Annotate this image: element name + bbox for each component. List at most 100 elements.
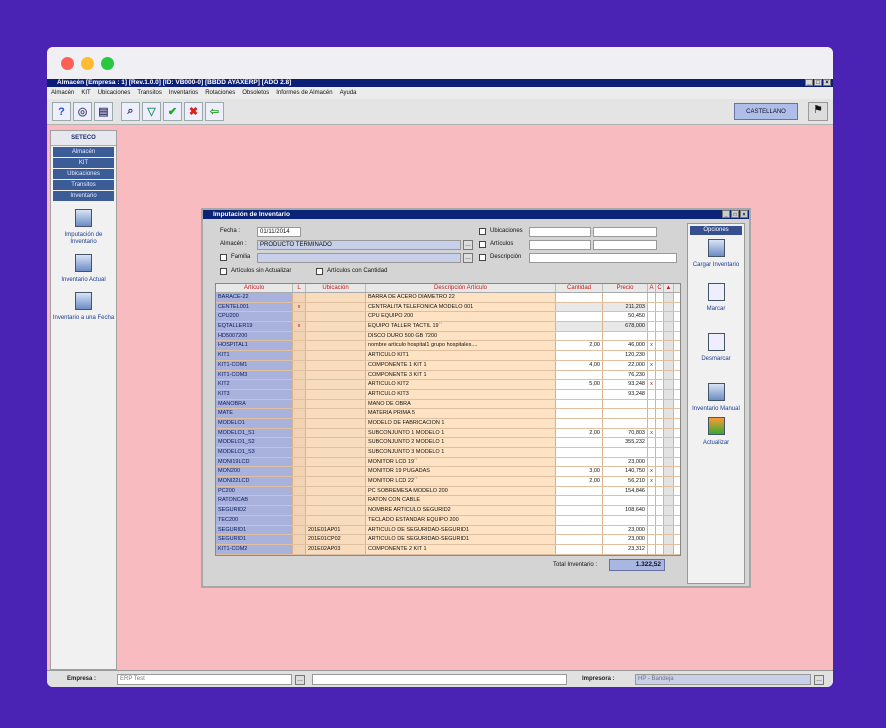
- cell-c[interactable]: [656, 331, 664, 341]
- table-row[interactable]: SEGURID1 201E01AP01 ARTICULO DE SEGURIDAD-…: [216, 525, 680, 536]
- cell-cantidad[interactable]: [556, 448, 603, 457]
- table-row[interactable]: HD5007200 DISCO DURO 500 GB 7200: [216, 331, 680, 342]
- cell-c[interactable]: [656, 389, 664, 399]
- cell-cantidad[interactable]: [556, 293, 603, 302]
- table-row[interactable]: PC200 PC SOBREMESA MODELO 200 154,846: [216, 486, 680, 497]
- cell-c[interactable]: [656, 525, 664, 535]
- inventario-manual-button[interactable]: Inventario Manual: [688, 383, 744, 413]
- scrollbar-track[interactable]: [664, 496, 674, 506]
- descripcion-checkbox[interactable]: [479, 254, 486, 261]
- cell-c[interactable]: [656, 428, 664, 438]
- cell-cantidad[interactable]: 3,00: [556, 467, 603, 477]
- maximize-dot[interactable]: [101, 57, 114, 70]
- scrollbar-track[interactable]: [664, 438, 674, 447]
- restore-button[interactable]: □: [814, 79, 822, 86]
- minimize-button[interactable]: _: [805, 79, 813, 86]
- scrollbar-track[interactable]: [664, 322, 674, 331]
- cell-c[interactable]: [656, 515, 664, 525]
- table-row[interactable]: KIT1 ARTICULO KIT1 120,230: [216, 351, 680, 361]
- table-row[interactable]: SEGURID1 201E01CP02 ARTICULO DE SEGURIDAD-…: [216, 535, 680, 545]
- scrollbar-track[interactable]: [664, 351, 674, 360]
- document-icon[interactable]: ▤: [94, 102, 113, 121]
- exit-icon[interactable]: ⇦: [205, 102, 224, 121]
- menu-item-1[interactable]: KIT: [81, 87, 90, 99]
- cell-cantidad[interactable]: [556, 399, 603, 409]
- menu-item-4[interactable]: Inventarios: [169, 87, 198, 99]
- scrollbar-track[interactable]: [664, 467, 674, 477]
- cancel-icon[interactable]: ✖: [184, 102, 203, 121]
- table-row[interactable]: MODELO1_S3 SUBCONJUNTO 3 MODELO 1: [216, 448, 680, 458]
- cell-cantidad[interactable]: 5,00: [556, 380, 603, 389]
- flag-icon[interactable]: ⚑: [808, 102, 828, 121]
- sidebar-option-actual[interactable]: Inventario Actual: [51, 254, 116, 284]
- ubicaciones-checkbox[interactable]: [479, 228, 486, 235]
- cell-c[interactable]: [656, 322, 664, 331]
- table-row[interactable]: KIT3 ARTICULO KIT3 93,248: [216, 389, 680, 400]
- cell-cantidad[interactable]: [556, 544, 603, 554]
- table-row[interactable]: HOSPITAL1 nombre articulo hospital1 grupo…: [216, 341, 680, 352]
- table-row[interactable]: RATONCAB RATON CON CABLE: [216, 496, 680, 507]
- scrollbar-track[interactable]: [664, 409, 674, 418]
- cell-c[interactable]: [656, 293, 664, 302]
- empresa-lookup-button[interactable]: …: [295, 675, 305, 685]
- column-header-a[interactable]: A: [648, 284, 656, 292]
- scrollbar-track[interactable]: [664, 360, 674, 370]
- articulos-checkbox[interactable]: [479, 241, 486, 248]
- column-header-ubicacion[interactable]: Ubicación: [306, 284, 366, 292]
- table-row[interactable]: MODELO1_S2 SUBCONJUNTO 2 MODELO 1 355,232: [216, 438, 680, 448]
- table-row[interactable]: MON200 MONITOR 19 PUGADAS 3,00 140,750 x: [216, 467, 680, 478]
- cell-cantidad[interactable]: 2,00: [556, 477, 603, 486]
- cell-cantidad[interactable]: [556, 370, 603, 380]
- sidebar-option-fecha[interactable]: Inventario a una Fecha: [51, 292, 116, 322]
- empresa-field[interactable]: ERP Test: [117, 674, 292, 685]
- cell-c[interactable]: [656, 438, 664, 447]
- scrollbar-track[interactable]: [664, 312, 674, 322]
- scrollbar-track[interactable]: [664, 380, 674, 389]
- menu-item-6[interactable]: Obsoletos: [242, 87, 269, 99]
- language-button[interactable]: CASTELLANO: [734, 103, 798, 120]
- ubicaciones-to-input[interactable]: [593, 227, 657, 237]
- column-header-precio[interactable]: Precio: [603, 284, 648, 292]
- table-row[interactable]: SEGURID2 NOMBRE ARTICULO SEGURID2 108,640: [216, 506, 680, 516]
- scrollbar-track[interactable]: [664, 477, 674, 486]
- cell-cantidad[interactable]: [556, 389, 603, 399]
- dialog-minimize[interactable]: _: [722, 210, 730, 218]
- table-row[interactable]: MONI22LCD MONITOR LCD 22´´ 2,00 56,210 x: [216, 477, 680, 487]
- almacen-input[interactable]: PRODUCTO TERMINADO: [257, 240, 461, 250]
- sidebar-item-almacen[interactable]: Almacén: [53, 147, 114, 157]
- sin-actualizar-checkbox[interactable]: [220, 268, 227, 275]
- column-header-c[interactable]: C: [656, 284, 664, 292]
- actualizar-button[interactable]: Actualizar: [688, 417, 744, 447]
- scrollbar-track[interactable]: [664, 525, 674, 535]
- fecha-input[interactable]: 01/11/2014: [257, 227, 301, 237]
- cell-cantidad[interactable]: [556, 302, 603, 312]
- table-row[interactable]: MODELO1 MODELO DE FABRICACION 1: [216, 418, 680, 429]
- table-row[interactable]: MONI19LCD MONITOR LCD 19´´ 23,000: [216, 457, 680, 468]
- scroll-up-icon[interactable]: ▲: [664, 284, 674, 292]
- table-row[interactable]: MANOBRA MANO DE OBRA: [216, 399, 680, 410]
- scrollbar-track[interactable]: [664, 448, 674, 457]
- scrollbar-track[interactable]: [664, 302, 674, 312]
- sidebar-option-imputacion[interactable]: Imputación de Inventario: [51, 209, 116, 246]
- minimize-dot[interactable]: [81, 57, 94, 70]
- menu-item-3[interactable]: Transitos: [137, 87, 161, 99]
- sidebar-item-transitos[interactable]: Transitos: [53, 180, 114, 190]
- check-icon[interactable]: ✔: [163, 102, 182, 121]
- cell-c[interactable]: [656, 399, 664, 409]
- scrollbar-track[interactable]: [664, 399, 674, 409]
- menu-item-0[interactable]: Almacén: [51, 87, 74, 99]
- scrollbar-track[interactable]: [664, 457, 674, 467]
- con-cantidad-checkbox[interactable]: [316, 268, 323, 275]
- cell-c[interactable]: [656, 486, 664, 496]
- scrollbar-track[interactable]: [664, 506, 674, 515]
- menu-item-7[interactable]: Informes de Almacén: [276, 87, 332, 99]
- cell-cantidad[interactable]: [556, 515, 603, 525]
- dialog-close[interactable]: ×: [740, 210, 748, 218]
- sidebar-item-ubicaciones[interactable]: Ubicaciones: [53, 169, 114, 179]
- sidebar-item-kit[interactable]: KIT: [53, 158, 114, 168]
- almacen-lookup-button[interactable]: …: [463, 240, 473, 250]
- cell-c[interactable]: [656, 506, 664, 515]
- cell-c[interactable]: [656, 351, 664, 360]
- binoculars-icon[interactable]: ◎: [73, 102, 92, 121]
- cell-cantidad[interactable]: [556, 457, 603, 467]
